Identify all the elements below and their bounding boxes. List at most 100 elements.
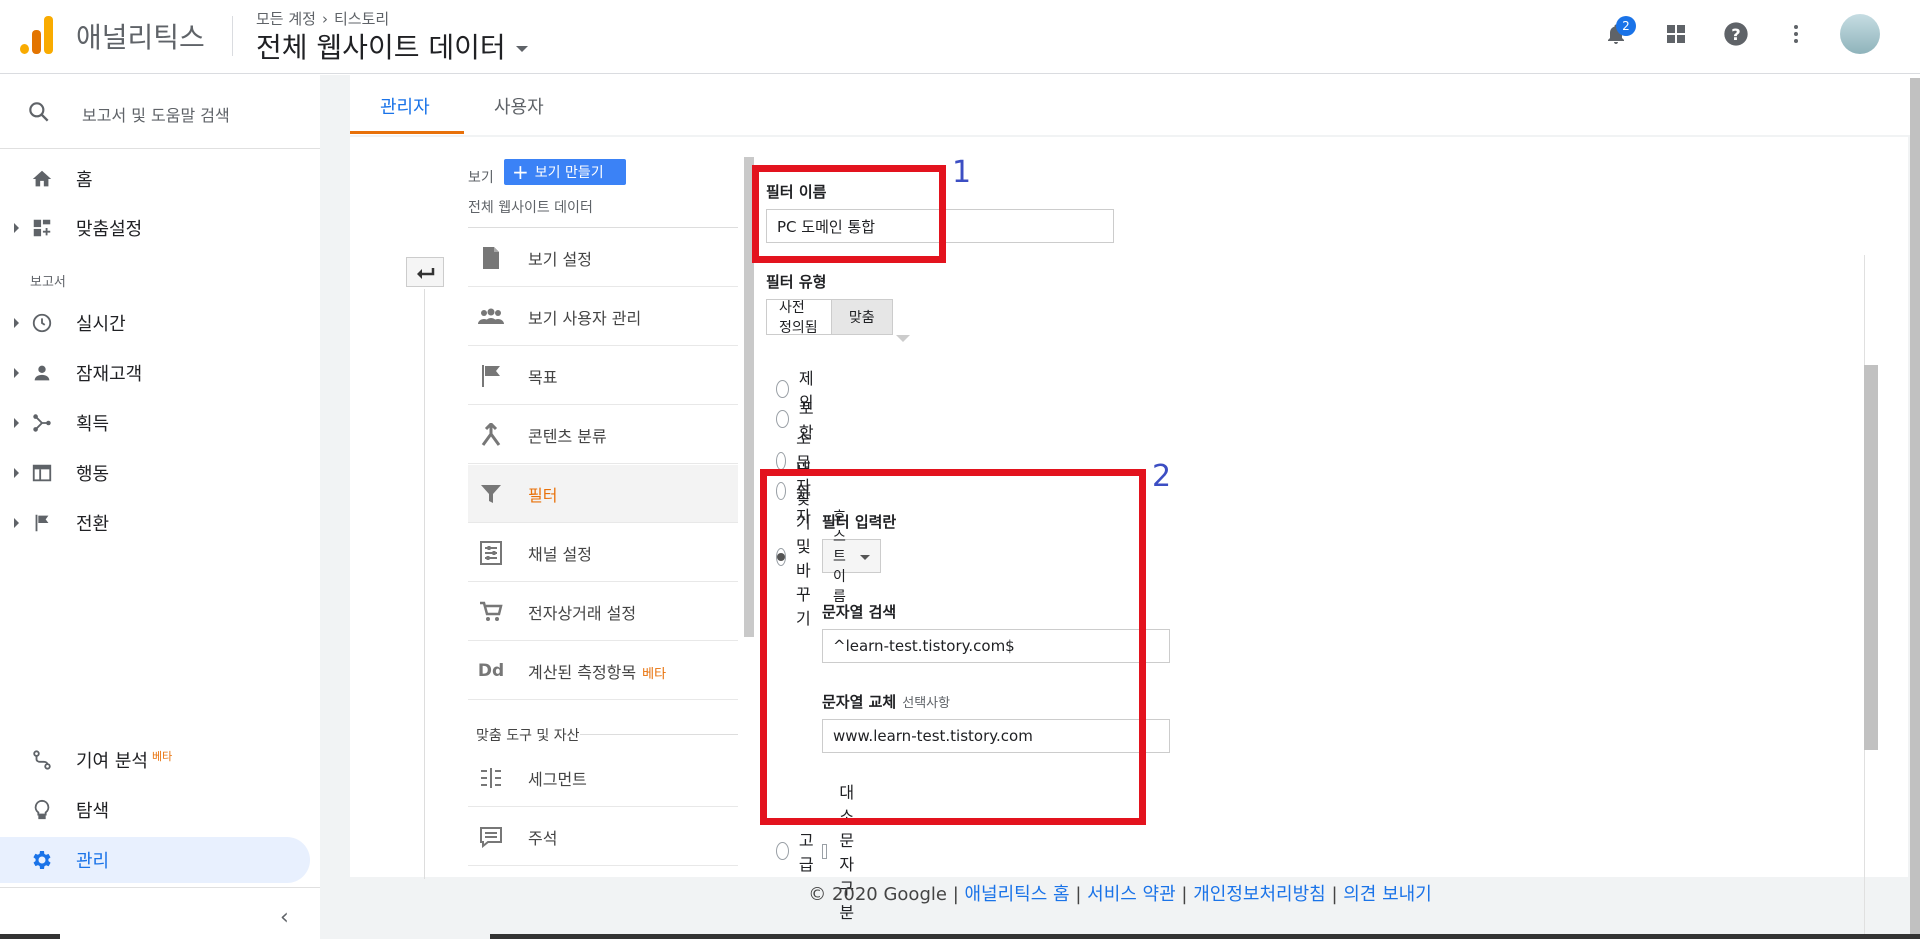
menu-channel-settings[interactable]: 채널 설정: [468, 524, 738, 582]
filter-type-label: 필터 유형: [766, 273, 827, 291]
sidebar-item-label: 획득: [76, 414, 110, 435]
case-sensitive-checkbox[interactable]: [822, 843, 828, 859]
admin-tabs: 관리자 사용자: [350, 75, 1920, 135]
property-selector[interactable]: 전체 웹사이트 데이터: [256, 26, 528, 66]
radio-advanced[interactable]: [776, 842, 789, 860]
sidebar-item-acquisition[interactable]: 획득: [0, 400, 310, 446]
search-input[interactable]: 보고서 및 도움말 검색: [82, 102, 230, 126]
sidebar-item-behavior[interactable]: 행동: [0, 450, 310, 496]
notification-badge: 2: [1616, 16, 1636, 36]
sidebar-item-label: 행동: [76, 464, 110, 485]
sidebar-item-discover[interactable]: 탐색: [0, 787, 310, 833]
more-options-button[interactable]: [1780, 18, 1812, 50]
form-scrollbar-thumb[interactable]: [1864, 365, 1878, 750]
analytics-logo-icon[interactable]: [20, 16, 54, 54]
collapse-sidebar-chevron-icon[interactable]: ‹: [280, 905, 289, 930]
search-icon: [29, 102, 49, 122]
brand-name: 애널리틱스: [76, 21, 205, 54]
footer-link-privacy[interactable]: 개인정보처리방침: [1193, 884, 1325, 905]
clock-icon: [30, 311, 54, 335]
admin-card: 보기 + 보기 만들기 전체 웹사이트 데이터 보기 설정 보기 사용자 관리 …: [350, 137, 1908, 922]
footer: © 2020 Google | 애널리틱스 홈 | 서비스 약관 | 개인정보처…: [320, 880, 1920, 906]
behavior-icon: [30, 461, 54, 485]
expand-arrow-icon[interactable]: [14, 368, 19, 378]
view-label: 보기: [468, 170, 494, 186]
gear-icon: [30, 848, 54, 872]
personal-tools-divider: [580, 734, 738, 735]
sidebar-item-label: 맞춤설정: [76, 219, 143, 240]
sidebar-item-realtime[interactable]: 실시간: [0, 300, 310, 346]
flag-icon: [30, 511, 54, 535]
tab-admin[interactable]: 관리자: [380, 93, 430, 119]
sidebar-item-attribution[interactable]: 기여 분석 베타: [0, 737, 310, 783]
expand-arrow-icon[interactable]: [14, 418, 19, 428]
option-advanced[interactable]: 고급: [776, 827, 819, 875]
menu-label: 전자상거래 설정: [528, 603, 637, 623]
expand-arrow-icon[interactable]: [14, 318, 19, 328]
page-title: 전체 웹사이트 데이터: [256, 31, 506, 64]
sidebar-item-custom[interactable]: 맞춤설정: [0, 205, 310, 251]
menu-view-settings[interactable]: 보기 설정: [468, 229, 738, 287]
page-scrollbar[interactable]: [1910, 78, 1920, 939]
expand-arrow-icon[interactable]: [14, 223, 19, 233]
sidebar-item-label: 잠재고객: [76, 364, 143, 385]
option-label: 고급: [798, 831, 814, 874]
avatar[interactable]: [1840, 14, 1880, 54]
help-button[interactable]: ?: [1720, 18, 1752, 50]
annotation-box-2: [760, 469, 1146, 825]
more-vert-icon: [1794, 25, 1798, 43]
menu-calculated-metrics[interactable]: Dd 계산된 측정항목 베타: [468, 642, 738, 700]
help-icon: ?: [1724, 22, 1748, 46]
menu-label: 계산된 측정항목 베타: [528, 659, 666, 683]
menu-view-user-management[interactable]: 보기 사용자 관리: [468, 288, 738, 346]
top-header: 애널리틱스 모든 계정 › 티스토리 전체 웹사이트 데이터 2 ?: [0, 0, 1920, 74]
sidebar-divider: [0, 887, 320, 888]
sidebar-item-home[interactable]: 홈: [0, 156, 310, 202]
notifications-button[interactable]: 2: [1600, 16, 1636, 50]
sidebar-search[interactable]: 보고서 및 도움말 검색: [0, 75, 320, 149]
dashboard-icon: [30, 216, 54, 240]
acquisition-icon: [30, 411, 54, 435]
plus-icon: +: [512, 160, 529, 184]
filter-type-predefined[interactable]: 사전 정의됨: [767, 300, 831, 336]
sidebar-item-audience[interactable]: 잠재고객: [0, 350, 310, 396]
person-icon: [30, 361, 54, 385]
menu-ecommerce-settings[interactable]: 전자상거래 설정: [468, 583, 738, 641]
attribution-label: 기여 분석: [76, 751, 148, 772]
people-icon: [476, 307, 506, 327]
selected-pointer: [896, 335, 910, 342]
menu-annotations[interactable]: 주석: [468, 808, 738, 866]
sidebar-item-conversions[interactable]: 전환: [0, 500, 310, 546]
segment-icon: [476, 767, 506, 789]
expand-arrow-icon[interactable]: [14, 518, 19, 528]
sidebar-item-label: 관리: [76, 851, 110, 872]
back-button[interactable]: [406, 257, 444, 287]
document-icon: [476, 246, 506, 270]
sidebar: 보고서 및 도움말 검색 홈 맞춤설정 보고서 실시간 잠재고객 획득 행동 전…: [0, 75, 320, 939]
attribution-icon: [30, 748, 54, 772]
footer-link-analytics-home[interactable]: 애널리틱스 홈: [965, 884, 1070, 905]
taskbar-segment: [0, 934, 60, 939]
footer-link-terms[interactable]: 서비스 약관: [1087, 884, 1176, 905]
beta-badge: 베타: [642, 666, 667, 682]
flag-icon: [476, 364, 506, 388]
header-actions: 2 ?: [1600, 14, 1880, 54]
apps-button[interactable]: [1660, 18, 1692, 50]
create-view-button[interactable]: + 보기 만들기: [504, 159, 626, 185]
annotation-number-2: 2: [1152, 459, 1172, 494]
footer-separator: |: [1075, 884, 1082, 905]
menu-goals[interactable]: 목표: [468, 347, 738, 405]
footer-link-feedback[interactable]: 의견 보내기: [1343, 884, 1432, 905]
menu-content-grouping[interactable]: 콘텐츠 분류: [468, 406, 738, 464]
footer-separator: |: [952, 884, 959, 905]
filter-type-custom[interactable]: 맞춤: [830, 300, 892, 334]
menu-segments[interactable]: 세그먼트: [468, 749, 738, 807]
expand-arrow-icon[interactable]: [14, 468, 19, 478]
sidebar-item-label: 전환: [76, 514, 110, 535]
view-divider: [468, 227, 738, 228]
sidebar-item-admin[interactable]: 관리: [0, 837, 310, 883]
tab-user[interactable]: 사용자: [494, 93, 544, 119]
menu-filters[interactable]: 필터: [468, 465, 738, 523]
annotation-number-1: 1: [952, 155, 972, 190]
header-divider: [232, 16, 233, 56]
